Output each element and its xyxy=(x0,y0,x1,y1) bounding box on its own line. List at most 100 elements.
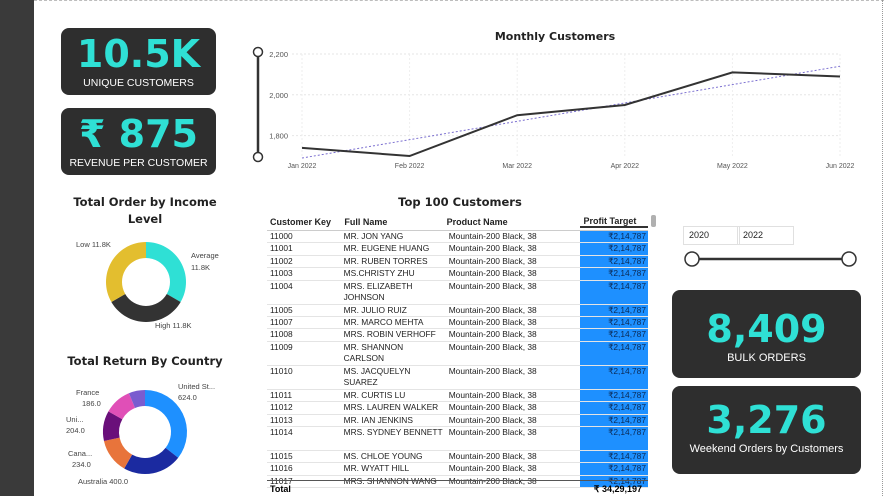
cell-customer-key: 11013 xyxy=(270,414,293,425)
x-tick-label: Jan 2022 xyxy=(288,163,317,170)
cell-product-name: Mountain-200 Black, 38 xyxy=(448,255,537,266)
cell-customer-key: 11015 xyxy=(270,450,293,461)
year-start-input[interactable]: 2020 xyxy=(683,226,740,245)
canvas-border xyxy=(881,0,883,496)
cell-product-name: Mountain-200 Black, 38 xyxy=(448,389,537,400)
col-profit-target[interactable]: Profit Target xyxy=(579,216,648,228)
table-title: Top 100 Customers xyxy=(398,195,522,209)
cell-product-name: Mountain-200 Black, 38 xyxy=(448,268,537,279)
cell-customer-key: 11004 xyxy=(270,280,293,291)
year-slider-start-handle[interactable] xyxy=(684,251,700,267)
table-row[interactable]: 11011 MR. CURTIS LU Mountain-200 Black, 38… xyxy=(267,389,648,403)
donut-slice-high[interactable] xyxy=(111,294,181,322)
cell-full-name: MR. WYATT HILL xyxy=(343,463,410,474)
table-row[interactable]: 11015 MS. CHLOE YOUNG Mountain-200 Black, … xyxy=(267,450,648,464)
table-header: Customer Key Full Name Product Name Prof… xyxy=(267,214,648,231)
donut-slice-low[interactable] xyxy=(106,242,146,302)
bulk-orders-card[interactable]: 8,409 BULK ORDERS xyxy=(672,290,861,378)
table-row[interactable]: 11001 MR. EUGENE HUANG Mountain-200 Black,… xyxy=(267,243,648,256)
year-end-input[interactable]: 2022 xyxy=(737,226,794,245)
table-row[interactable]: 11008 MRS. ROBIN VERHOFF Mountain-200 Blac… xyxy=(267,329,648,342)
table-body: 11000 MR. JON YANG Mountain-200 Black, 38 ₹… xyxy=(267,231,648,489)
cell-profit-target: ₹2,14,787 xyxy=(580,243,648,255)
table-row[interactable]: 11000 MR. JON YANG Mountain-200 Black, 38 ₹… xyxy=(267,231,648,244)
unique-customers-label: UNIQUE CUSTOMERS xyxy=(83,77,194,89)
table-row[interactable]: 11010 MS. JACQUELYN SUAREZ Mountain-200 Bl… xyxy=(267,365,648,390)
cell-profit-target: ₹2,14,787 xyxy=(580,463,648,475)
cell-customer-key: 11003 xyxy=(270,268,293,279)
weekend-orders-label: Weekend Orders by Customers xyxy=(689,443,844,455)
cell-customer-key: 11012 xyxy=(270,402,293,413)
country-donut-chart[interactable]: United St... 624.0 France 186.0 Uni... 2… xyxy=(64,376,234,488)
label-low: Low 11.8K xyxy=(76,240,111,249)
cell-profit-target: ₹2,14,787 xyxy=(580,231,648,243)
x-tick-label: May 2022 xyxy=(717,163,748,170)
label-us-value: 624.0 xyxy=(178,393,197,402)
left-sidebar xyxy=(0,0,34,496)
cell-profit-target: ₹2,14,787 xyxy=(580,304,648,316)
income-donut-title: Total Order by Income Level xyxy=(73,195,217,226)
cell-customer-key: 11010 xyxy=(270,365,293,376)
revenue-per-customer-card[interactable]: ₹ 875 REVENUE PER CUSTOMER xyxy=(61,108,216,175)
cell-customer-key: 11016 xyxy=(270,463,293,474)
table-scrollbar[interactable] xyxy=(651,215,656,227)
cell-product-name: Mountain-200 Black, 38 xyxy=(448,243,537,254)
cell-product-name: Mountain-200 Black, 38 xyxy=(448,329,537,340)
col-customer-key[interactable]: Customer Key xyxy=(267,217,344,227)
table-row[interactable]: 11013 MR. IAN JENKINS Mountain-200 Black, … xyxy=(267,414,648,427)
col-full-name[interactable]: Full Name xyxy=(344,217,446,227)
range-slider-top-handle[interactable] xyxy=(252,46,264,58)
label-us-name: United St... xyxy=(178,382,215,391)
table-row[interactable]: 11007 MR. MARCO MEHTA Mountain-200 Black, … xyxy=(267,316,648,330)
label-australia: Australia 400.0 xyxy=(78,477,128,486)
x-tick-label: Mar 2022 xyxy=(502,163,532,170)
table-row[interactable]: 11003 MS.CHRISTY ZHU Mountain-200 Black, 3… xyxy=(267,268,648,281)
donut-slice-australia[interactable] xyxy=(124,447,179,474)
table-row[interactable]: 11016 MR. WYATT HILL Mountain-200 Black, 3… xyxy=(267,463,648,476)
cell-profit-target: ₹2,14,787 xyxy=(580,426,648,450)
y-tick-label: 1,800 xyxy=(269,132,288,141)
monthly-customers-chart[interactable]: 1,800 2,000 2,200 Jan 2022 Feb 2022 Mar 2022… xyxy=(250,44,860,174)
table-row[interactable]: 11009 MR. SHANNON CARLSON Mountain-200 Bla… xyxy=(267,341,648,366)
cell-profit-target: ₹2,14,787 xyxy=(580,280,648,304)
weekend-orders-card[interactable]: 3,276 Weekend Orders by Customers xyxy=(672,386,861,474)
table-row[interactable]: 11014 MRS. SYDNEY BENNETT Mountain-200 Bla… xyxy=(267,426,648,451)
income-donut-chart[interactable]: Low 11.8K Average 11.8K High 11.8K xyxy=(70,232,230,332)
cell-full-name: MS. JACQUELYN SUAREZ xyxy=(343,365,411,387)
col-product-name[interactable]: Product Name xyxy=(447,217,580,227)
cell-profit-target: ₹2,14,787 xyxy=(580,389,648,402)
table-row[interactable]: 11004 MRS. ELIZABETH JOHNSON Mountain-200 … xyxy=(267,280,648,305)
cell-full-name: MR. CURTIS LU xyxy=(343,389,406,400)
cell-customer-key: 11011 xyxy=(270,389,293,400)
label-high: High 11.8K xyxy=(155,321,192,330)
table-row[interactable]: 11005 MR. JULIO RUIZ Mountain-200 Black, 3… xyxy=(267,304,648,317)
unique-customers-card[interactable]: 10.5K UNIQUE CUSTOMERS xyxy=(61,28,216,95)
donut-slice-average[interactable] xyxy=(146,242,186,302)
top-customers-table[interactable]: Customer Key Full Name Product Name Prof… xyxy=(267,214,648,489)
table-row[interactable]: 11012 MRS. LAUREN WALKER Mountain-200 Blac… xyxy=(267,402,648,415)
total-label: Total xyxy=(270,484,291,494)
cell-product-name: Mountain-200 Black, 38 xyxy=(448,450,537,461)
table-row[interactable]: 11002 MR. RUBEN TORRES Mountain-200 Black,… xyxy=(267,255,648,269)
cell-product-name: Mountain-200 Black, 38 xyxy=(448,231,537,241)
cell-full-name: MRS. LAUREN WALKER xyxy=(343,402,439,413)
customers-series-line xyxy=(301,71,841,158)
cell-profit-target: ₹2,14,787 xyxy=(580,255,648,268)
range-slider-bottom-handle[interactable] xyxy=(252,151,264,163)
year-range-slider[interactable] xyxy=(682,248,860,270)
cell-full-name: MS.CHRISTY ZHU xyxy=(343,268,415,279)
cell-product-name: Mountain-200 Black, 38 xyxy=(448,414,537,425)
table-total-row: Total ₹ 34,29,197 xyxy=(267,480,648,495)
year-slider-end-handle[interactable] xyxy=(841,251,857,267)
y-tick-label: 2,000 xyxy=(269,91,288,100)
x-tick-label: Feb 2022 xyxy=(395,163,425,170)
x-tick-label: Apr 2022 xyxy=(611,163,640,170)
label-cana-name: Cana... xyxy=(68,449,92,458)
label-france-value: 186.0 xyxy=(82,399,101,408)
cell-full-name: MS. CHLOE YOUNG xyxy=(343,450,423,461)
bulk-orders-label: BULK ORDERS xyxy=(727,352,806,364)
cell-full-name: MR. EUGENE HUANG xyxy=(343,243,430,254)
label-uni-name: Uni... xyxy=(66,415,84,424)
y-tick-label: 2,200 xyxy=(269,50,288,59)
label-uni-value: 204.0 xyxy=(66,426,85,435)
